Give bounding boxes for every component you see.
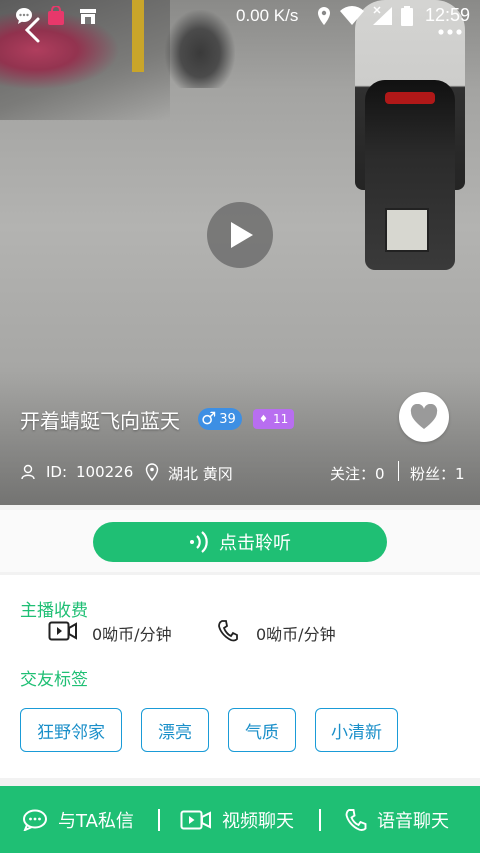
age-value: 39: [219, 411, 236, 427]
bottom-divider: [319, 809, 321, 831]
back-button[interactable]: [18, 14, 50, 46]
video-camera-icon: [180, 810, 211, 829]
profile-name: 开着蜻蜓飞向蓝天: [20, 409, 180, 433]
tag-item[interactable]: 漂亮: [141, 708, 209, 752]
user-icon: [20, 464, 36, 484]
favorite-button[interactable]: [399, 392, 449, 442]
id-label: ID:: [46, 463, 68, 481]
more-options-button[interactable]: [436, 22, 466, 35]
male-icon: ♂: [201, 409, 217, 429]
bottom-action-bar: 与TA私信 视频聊天 语音聊天: [0, 786, 480, 853]
location-text: 湖北 黄冈: [168, 465, 233, 483]
listen-button-label: 点击聆听: [219, 533, 291, 554]
cellular-signal-icon: [371, 6, 393, 30]
tag-item[interactable]: 狂野邻家: [20, 708, 122, 752]
chevron-left-icon: [24, 17, 40, 43]
profile-info-row: ID: 100226 湖北 黄冈 关注：0 粉丝：1: [20, 461, 470, 485]
status-bar: 0.00 K/s 12:59: [0, 0, 480, 32]
voice-chat-button[interactable]: 语音聊天: [345, 786, 449, 853]
tag-item[interactable]: 小清新: [315, 708, 398, 752]
diamond-icon: ♦: [259, 413, 268, 425]
play-icon: [231, 222, 253, 248]
tags-section-title: 交友标签: [20, 670, 88, 690]
more-dots-icon: [438, 29, 462, 35]
info-divider: [398, 461, 399, 481]
store-icon: [78, 6, 98, 30]
private-message-label: 与TA私信: [58, 810, 134, 832]
sound-wave-icon: [190, 531, 208, 553]
fee-section-title: 主播收费: [20, 601, 88, 621]
tag-item[interactable]: 气质: [228, 708, 296, 752]
network-speed: 0.00 K/s: [236, 6, 299, 25]
profile-detail-card: 主播收费 0呦币/分钟 0呦币/分钟 交友标签 狂野邻家 漂亮 气质 小清新: [0, 575, 480, 778]
level-value: 11: [272, 412, 289, 426]
bottom-divider: [158, 809, 160, 831]
cover-license-plate: [385, 208, 429, 252]
heart-icon: [410, 404, 438, 429]
wifi-icon: [340, 6, 364, 30]
gender-age-badge: ♂ 39: [198, 408, 242, 430]
private-message-button[interactable]: 与TA私信: [22, 786, 134, 853]
fans-count[interactable]: 粉丝：1: [410, 463, 465, 484]
video-camera-icon: [48, 620, 78, 646]
play-video-button[interactable]: [207, 202, 273, 268]
listen-button[interactable]: 点击聆听: [93, 522, 387, 562]
id-value: 100226: [76, 463, 134, 481]
location-pin-icon: [145, 463, 159, 485]
battery-icon: [401, 6, 413, 30]
location-status-icon: [316, 6, 332, 30]
listen-bar: 点击聆听: [0, 510, 480, 572]
video-chat-button[interactable]: 视频聊天: [180, 786, 294, 853]
cover-tail-light: [385, 92, 435, 104]
chat-bubble-icon: [23, 809, 47, 831]
voice-chat-label: 语音聊天: [377, 810, 449, 832]
follow-count[interactable]: 关注：0: [330, 463, 385, 484]
phone-icon: [218, 620, 238, 646]
video-fee: 0呦币/分钟: [92, 625, 172, 644]
phone-icon: [345, 808, 367, 831]
voice-fee: 0呦币/分钟: [256, 625, 336, 644]
video-chat-label: 视频聊天: [222, 810, 294, 832]
level-badge: ♦ 11: [253, 409, 295, 429]
